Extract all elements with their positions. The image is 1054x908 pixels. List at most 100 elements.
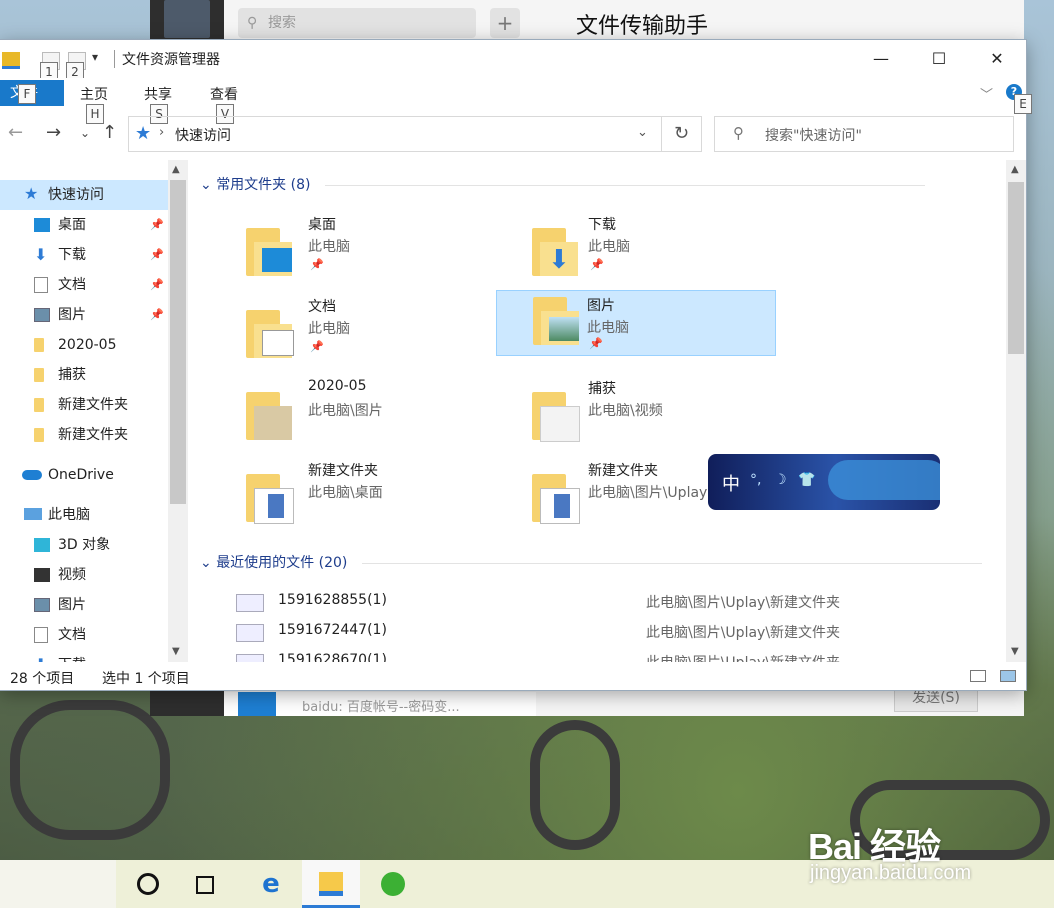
nav-this-pc[interactable]: 此电脑 xyxy=(0,500,168,530)
minimize-button[interactable]: — xyxy=(852,40,910,78)
item-count: 28 个项目 xyxy=(10,671,75,687)
nav-item-videos[interactable]: 视频 xyxy=(0,560,168,590)
folder-tile-downloads[interactable]: ⬇ 下载 此电脑 📌 xyxy=(496,214,776,280)
folder-tile-documents[interactable]: 文档 此电脑 📌 xyxy=(196,296,476,362)
nav-item-folder[interactable]: 新建文件夹 xyxy=(0,390,168,420)
pin-icon: 📌 xyxy=(590,258,604,271)
nav-item-label: OneDrive xyxy=(48,467,114,483)
file-explorer-taskbar-button[interactable] xyxy=(302,860,360,908)
nav-item-downloads[interactable]: ⬇ 下载 xyxy=(0,650,168,662)
list-item[interactable]: 1591628670(1) 此电脑\图片\Uplay\新建文件夹 xyxy=(236,650,996,662)
nav-item-documents[interactable]: 文档 xyxy=(0,620,168,650)
address-bar[interactable]: ★ › 快速访问 ⌄ xyxy=(128,116,662,152)
content-scrollbar[interactable]: ▲ ▼ xyxy=(1006,160,1026,662)
pictures-icon xyxy=(34,598,50,612)
collapse-chevron-icon: ⌄ xyxy=(200,177,212,193)
folder-tile-2020-05[interactable]: 2020-05 此电脑\图片 xyxy=(196,378,476,444)
group-header-recent[interactable]: ⌄ 最近使用的文件 (20) xyxy=(200,552,982,572)
details-view-icon[interactable] xyxy=(970,670,986,682)
wechat-icon xyxy=(381,872,405,896)
large-icons-view-icon[interactable] xyxy=(1000,670,1016,682)
avatar[interactable] xyxy=(164,0,210,38)
wechat-taskbar-button[interactable] xyxy=(364,860,422,908)
expand-ribbon-chevron-icon[interactable]: ﹀ xyxy=(980,84,993,103)
punctuation-toggle-icon[interactable]: °, xyxy=(750,472,761,488)
back-arrow-icon[interactable]: ← xyxy=(8,122,23,143)
add-chat-button[interactable]: + xyxy=(490,8,520,38)
edge-button[interactable]: e xyxy=(242,860,300,908)
folder-tile-pictures[interactable]: 图片 此电脑 📌 xyxy=(496,290,776,356)
wechat-search-input[interactable]: ⚲ 搜索 xyxy=(238,8,476,38)
navigation-pane: ★ 快速访问 桌面 📌 ⬇ 下载 📌 文档 📌 图片 📌 2020-05 捕获 … xyxy=(0,160,188,662)
skin-shirt-icon[interactable]: 👕 xyxy=(798,472,815,488)
tab-share[interactable]: 共享 xyxy=(144,84,172,104)
half-full-width-moon-icon[interactable]: ☽ xyxy=(774,472,787,488)
selection-count: 选中 1 个项目 xyxy=(102,671,190,687)
keytip-file: F xyxy=(18,84,36,104)
pin-icon[interactable]: 📌 xyxy=(150,300,164,330)
maximize-button[interactable]: ☐ xyxy=(910,40,968,78)
divider xyxy=(114,50,115,68)
pin-icon[interactable]: 📌 xyxy=(150,240,164,270)
cortana-circle-icon xyxy=(137,873,159,895)
nav-item-desktop[interactable]: 桌面 📌 xyxy=(0,210,168,240)
tile-name: 图片 xyxy=(587,298,615,314)
breadcrumb-separator-icon[interactable]: › xyxy=(159,125,164,140)
task-view-button[interactable] xyxy=(176,860,234,908)
nav-item-folder[interactable]: 捕获 xyxy=(0,360,168,390)
customize-toolbar-chevron-icon[interactable]: ▾ xyxy=(92,50,98,64)
scrollbar-thumb[interactable] xyxy=(170,180,186,504)
chat-list-item[interactable]: baidu: 百度帐号--密码变... xyxy=(224,692,536,716)
file-path: 此电脑\图片\Uplay\新建文件夹 xyxy=(646,595,841,611)
tile-name: 新建文件夹 xyxy=(308,463,378,479)
file-explorer-icon[interactable] xyxy=(2,52,20,69)
recent-locations-chevron-icon[interactable]: ⌄ xyxy=(80,126,90,140)
pin-icon[interactable]: 📌 xyxy=(150,270,164,300)
list-item[interactable]: 1591672447(1) 此电脑\图片\Uplay\新建文件夹 xyxy=(236,620,996,650)
breadcrumb-quick-access[interactable]: 快速访问 xyxy=(175,125,231,145)
scroll-down-arrow-icon[interactable]: ▼ xyxy=(1011,646,1019,657)
scroll-up-arrow-icon[interactable]: ▲ xyxy=(1011,164,1019,175)
nav-item-downloads[interactable]: ⬇ 下载 📌 xyxy=(0,240,168,270)
tile-name: 桌面 xyxy=(308,217,336,233)
nav-item-folder[interactable]: 2020-05 xyxy=(0,330,168,360)
refresh-button[interactable]: ↻ xyxy=(662,116,702,152)
list-item[interactable]: 1591628855(1) 此电脑\图片\Uplay\新建文件夹 xyxy=(236,590,996,620)
nav-item-3d-objects[interactable]: 3D 对象 xyxy=(0,530,168,560)
tab-view[interactable]: 查看 xyxy=(210,84,238,104)
title-bar[interactable]: 1 2 ▾ 文件资源管理器 — ☐ ✕ xyxy=(0,40,1026,82)
folder-icon xyxy=(246,392,292,440)
tab-home[interactable]: 主页 xyxy=(80,84,108,104)
cortana-button[interactable] xyxy=(118,860,176,908)
folder-tile-new-folder[interactable]: 新建文件夹 此电脑\桌面 xyxy=(196,460,476,526)
divider xyxy=(324,184,925,186)
close-button[interactable]: ✕ xyxy=(968,40,1026,78)
nav-item-label: 3D 对象 xyxy=(58,537,111,553)
nav-onedrive[interactable]: OneDrive xyxy=(0,460,168,490)
search-input[interactable]: ⚲ 搜索"快速访问" xyxy=(714,116,1014,152)
ime-mode-toggle[interactable]: 中 xyxy=(722,470,740,496)
scroll-down-arrow-icon[interactable]: ▼ xyxy=(172,646,180,657)
tile-location: 此电脑 xyxy=(587,320,629,336)
group-header-frequent[interactable]: ⌄ 常用文件夹 (8) xyxy=(200,174,925,194)
address-dropdown-icon[interactable]: ⌄ xyxy=(637,125,648,140)
image-file-icon xyxy=(236,654,264,662)
scroll-up-arrow-icon[interactable]: ▲ xyxy=(172,164,180,175)
nav-item-pictures[interactable]: 图片 📌 xyxy=(0,300,168,330)
folder-desktop-icon xyxy=(246,228,292,276)
pin-icon[interactable]: 📌 xyxy=(150,210,164,240)
up-arrow-icon[interactable]: ↑ xyxy=(102,122,117,143)
baidu-jingyan-watermark: Bai 经验 jingyan.baidu.com xyxy=(808,818,971,884)
nav-item-pictures[interactable]: 图片 xyxy=(0,590,168,620)
wallpaper-road xyxy=(10,700,170,840)
nav-scrollbar[interactable]: ▲ ▼ xyxy=(168,160,188,662)
nav-item-folder[interactable]: 新建文件夹 xyxy=(0,420,168,450)
scrollbar-thumb[interactable] xyxy=(1008,182,1024,354)
nav-item-label: 桌面 xyxy=(58,217,86,233)
nav-quick-access[interactable]: ★ 快速访问 xyxy=(0,180,168,210)
ime-toolbar[interactable]: 中 °, ☽ 👕 xyxy=(708,454,940,510)
nav-item-documents[interactable]: 文档 📌 xyxy=(0,270,168,300)
forward-arrow-icon[interactable]: → xyxy=(46,122,61,143)
folder-tile-desktop[interactable]: 桌面 此电脑 📌 xyxy=(196,214,476,280)
folder-tile-captures[interactable]: 捕获 此电脑\视频 xyxy=(496,378,776,444)
